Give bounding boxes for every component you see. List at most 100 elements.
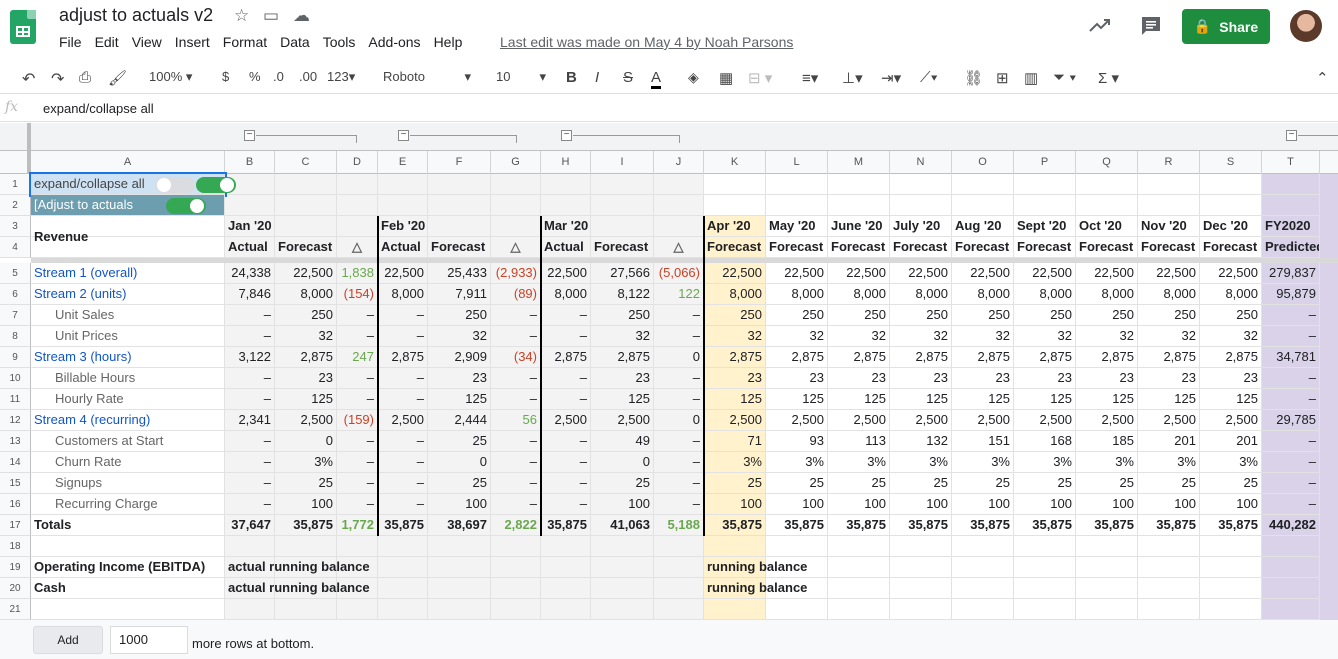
value-cell[interactable]: 8,000 xyxy=(1138,284,1200,305)
value-cell[interactable]: 22,500 xyxy=(828,263,890,284)
cell[interactable] xyxy=(378,536,428,557)
subheader-o[interactable]: Forecast xyxy=(952,237,1014,258)
value-cell[interactable]: 3% xyxy=(890,452,952,473)
cell[interactable] xyxy=(591,195,654,216)
insert-chart-icon[interactable]: ▥ xyxy=(1024,69,1038,87)
doc-title[interactable]: adjust to actuals v2 xyxy=(59,5,213,26)
cell[interactable] xyxy=(766,195,828,216)
cell[interactable] xyxy=(828,599,890,620)
cell[interactable] xyxy=(952,195,1014,216)
value-cell[interactable]: – xyxy=(378,389,428,410)
value-cell[interactable]: 2,875 xyxy=(952,347,1014,368)
value-cell[interactable]: 32 xyxy=(1200,326,1262,347)
cell[interactable] xyxy=(337,195,378,216)
value-cell[interactable]: – xyxy=(378,368,428,389)
value-cell[interactable]: 250 xyxy=(952,305,1014,326)
text-rotation-icon[interactable]: ⟋▾ xyxy=(920,69,938,86)
row-header-10[interactable]: 10 xyxy=(0,368,31,389)
value-cell[interactable]: 2,875 xyxy=(1200,347,1262,368)
value-cell[interactable]: – xyxy=(654,431,704,452)
cell[interactable] xyxy=(890,557,952,578)
value-cell[interactable]: 2,444 xyxy=(428,410,491,431)
value-cell[interactable]: 0 xyxy=(591,452,654,473)
cell[interactable] xyxy=(378,599,428,620)
subheader-s[interactable]: Forecast xyxy=(1200,237,1262,258)
cell[interactable] xyxy=(890,599,952,620)
cell[interactable] xyxy=(337,599,378,620)
expand-toggle-on[interactable] xyxy=(196,177,236,193)
menu-tools[interactable]: Tools xyxy=(323,34,356,50)
last-edit-link[interactable]: Last edit was made on May 4 by Noah Pars… xyxy=(500,34,793,50)
value-cell[interactable]: 100 xyxy=(828,494,890,515)
value-cell[interactable]: – xyxy=(654,326,704,347)
cell[interactable] xyxy=(952,174,1014,195)
cell[interactable] xyxy=(491,557,541,578)
font-select[interactable]: Roboto ▾ xyxy=(383,69,471,84)
cell[interactable] xyxy=(491,599,541,620)
value-cell[interactable]: 32 xyxy=(1014,326,1076,347)
value-cell[interactable]: (2,933) xyxy=(491,263,541,284)
column-header-c[interactable]: C xyxy=(275,151,337,174)
value-cell[interactable]: – xyxy=(337,389,378,410)
add-rows-button[interactable]: Add xyxy=(33,626,103,654)
value-cell[interactable]: – xyxy=(541,452,591,473)
row-header-4[interactable]: 4 xyxy=(0,237,31,258)
value-cell[interactable]: 22,500 xyxy=(1200,263,1262,284)
cell[interactable] xyxy=(591,599,654,620)
value-cell[interactable]: 2,500 xyxy=(591,410,654,431)
cell[interactable] xyxy=(541,195,591,216)
cell[interactable] xyxy=(1200,557,1262,578)
value-cell[interactable]: 100 xyxy=(428,494,491,515)
value-cell[interactable]: – xyxy=(225,389,275,410)
cell[interactable] xyxy=(704,195,766,216)
value-cell[interactable]: 2,875 xyxy=(828,347,890,368)
value-cell[interactable]: – xyxy=(337,368,378,389)
value-cell[interactable]: 247 xyxy=(337,347,378,368)
cell[interactable] xyxy=(952,536,1014,557)
value-cell[interactable]: 2,875 xyxy=(766,347,828,368)
month-header-p[interactable]: Sept '20 xyxy=(1014,216,1076,237)
value-cell[interactable]: – xyxy=(1262,389,1320,410)
cell[interactable] xyxy=(378,578,428,599)
value-cell[interactable]: 35,875 xyxy=(541,515,591,536)
value-cell[interactable]: 25 xyxy=(952,473,1014,494)
value-cell[interactable]: 23 xyxy=(275,368,337,389)
row-label[interactable]: Recurring Charge xyxy=(31,494,225,515)
cell[interactable] xyxy=(952,557,1014,578)
value-cell[interactable]: 32 xyxy=(1138,326,1200,347)
value-cell[interactable]: – xyxy=(1262,494,1320,515)
row-label[interactable]: Stream 3 (hours) xyxy=(31,347,225,368)
cell[interactable] xyxy=(654,578,704,599)
cell[interactable] xyxy=(1076,557,1138,578)
value-cell[interactable]: – xyxy=(225,473,275,494)
adjust-toggle-on[interactable] xyxy=(166,198,206,214)
menu-view[interactable]: View xyxy=(132,34,162,50)
value-cell[interactable]: 2,875 xyxy=(1076,347,1138,368)
value-cell[interactable]: 23 xyxy=(890,368,952,389)
value-cell[interactable]: 125 xyxy=(1200,389,1262,410)
value-cell[interactable]: 25 xyxy=(275,473,337,494)
value-cell[interactable]: 32 xyxy=(591,326,654,347)
cash-actual[interactable]: actual running balance xyxy=(225,578,378,599)
value-cell[interactable]: 25 xyxy=(890,473,952,494)
value-cell[interactable]: 25 xyxy=(1200,473,1262,494)
value-cell[interactable]: 8,000 xyxy=(890,284,952,305)
zoom-select[interactable]: 100% ▾ xyxy=(149,69,192,85)
value-cell[interactable]: 125 xyxy=(890,389,952,410)
value-cell[interactable]: (5,066) xyxy=(654,263,704,284)
value-cell[interactable]: 29,785 xyxy=(1262,410,1320,431)
month-header-l[interactable]: May '20 xyxy=(766,216,828,237)
value-cell[interactable]: 93 xyxy=(766,431,828,452)
value-cell[interactable]: 23 xyxy=(1138,368,1200,389)
cell[interactable] xyxy=(337,536,378,557)
cell[interactable] xyxy=(1262,195,1320,216)
subheader-f[interactable]: Forecast xyxy=(428,237,491,258)
value-cell[interactable]: – xyxy=(541,305,591,326)
cell[interactable] xyxy=(1138,578,1200,599)
value-cell[interactable]: 35,875 xyxy=(1076,515,1138,536)
value-cell[interactable]: 23 xyxy=(1076,368,1138,389)
subheader-c[interactable]: Forecast xyxy=(275,237,337,258)
row-label[interactable]: Signups xyxy=(31,473,225,494)
value-cell[interactable]: 0 xyxy=(654,410,704,431)
cell[interactable] xyxy=(378,174,428,195)
